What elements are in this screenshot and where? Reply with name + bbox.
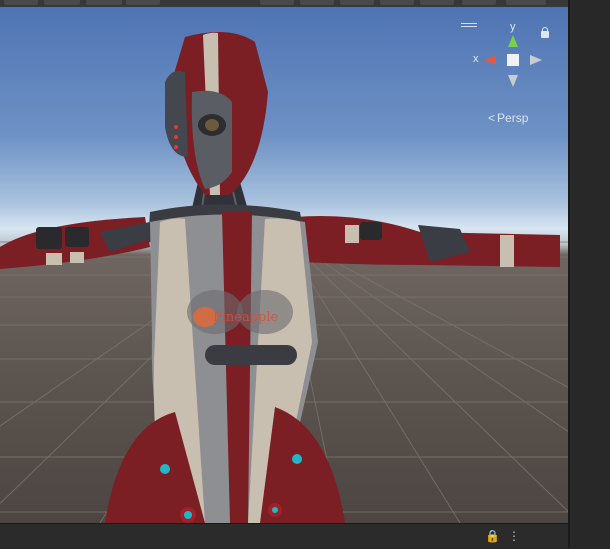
neg-x-axis-cone[interactable] [530, 55, 542, 65]
projection-arrow-icon: < [488, 111, 496, 125]
toolbar-tab[interactable] [300, 0, 334, 5]
toolbar-tab[interactable] [506, 0, 546, 5]
scene-viewport[interactable]: Pineapple y x < Persp [0, 7, 568, 523]
toolbar-tab[interactable] [380, 0, 414, 5]
toolbar-tab[interactable] [420, 0, 454, 5]
projection-toggle[interactable]: < Persp [488, 111, 528, 125]
neg-y-axis-cone[interactable] [508, 75, 518, 87]
toolbar-tab[interactable] [462, 0, 496, 5]
y-axis-label: y [510, 21, 516, 33]
center-cube[interactable] [507, 54, 519, 66]
viewport-status-bar: 🔒 ⋮ [0, 523, 568, 549]
robot-character[interactable]: Pineapple [0, 32, 560, 523]
toolbar-tab[interactable] [4, 0, 38, 5]
y-axis-cone[interactable] [508, 35, 518, 47]
more-options-icon[interactable]: ⋮ [508, 529, 520, 543]
right-side-panel [568, 0, 610, 548]
chest-logo-text: Pineapple [213, 310, 279, 325]
projection-label: Persp [497, 111, 529, 125]
x-axis-cone[interactable] [484, 55, 496, 65]
toolbar-tab[interactable] [340, 0, 374, 5]
x-axis-label: x [473, 53, 479, 65]
toolbar-tab[interactable] [44, 0, 80, 5]
toolbar-tab[interactable] [260, 0, 294, 5]
orientation-gizmo[interactable]: y x [470, 21, 550, 105]
toolbar-tab[interactable] [126, 0, 160, 5]
lock-icon[interactable]: 🔒 [485, 529, 500, 543]
toolbar-tab[interactable] [86, 0, 122, 5]
